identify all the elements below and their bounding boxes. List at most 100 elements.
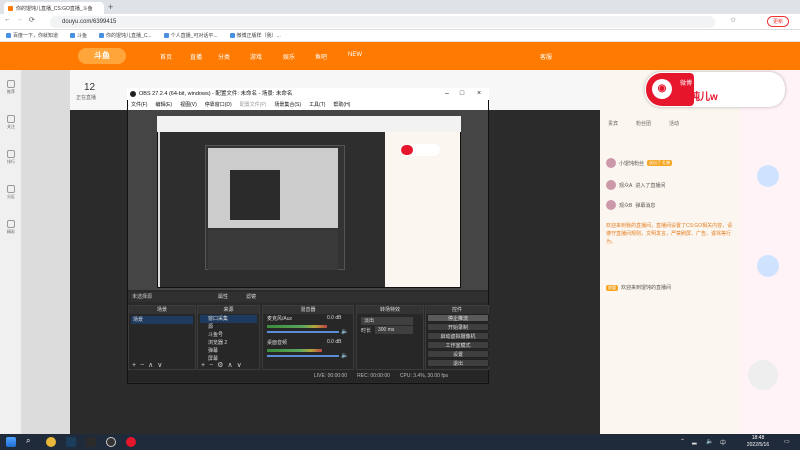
rec-status: REC: 00:00:00 — [357, 373, 390, 379]
chat-tabs: 贵宾 粉丝团 活动 — [608, 120, 738, 130]
chat-tab[interactable]: 粉丝团 — [636, 120, 651, 130]
nav-item[interactable]: 首页 — [160, 52, 172, 61]
maximize-icon[interactable]: □ — [455, 89, 469, 99]
nav-item[interactable]: 游戏 — [250, 52, 262, 61]
dock-title: 控件 — [426, 306, 488, 314]
weibo-taskbar-icon[interactable] — [126, 437, 136, 447]
chat-line: 观众A 进入了直播间 — [606, 180, 736, 190]
mascot-icon[interactable] — [748, 360, 778, 390]
stop-stream-button[interactable]: 停止推流 — [427, 314, 489, 322]
recursive-obs-docks — [208, 230, 338, 270]
transition-select[interactable]: 淡出 — [361, 317, 413, 325]
app-icon[interactable] — [86, 437, 96, 447]
sidebar-item-highlight[interactable]: 精彩 — [4, 220, 18, 235]
browser-tab[interactable]: 你的馄饨儿直播_CS:GO直播_斗鱼 — [4, 2, 104, 14]
volume-slider[interactable] — [267, 331, 339, 333]
source-toolbar: 未选择源 属性 滤镜 — [128, 292, 488, 302]
speaker-icon[interactable]: 🔈 — [341, 328, 348, 335]
speaker-icon[interactable]: 🔈 — [341, 352, 348, 359]
steam-icon[interactable] — [66, 437, 76, 447]
live-status: LIVE: 00:00:00 — [314, 373, 348, 379]
search-icon[interactable]: ⌕ — [26, 436, 30, 446]
volume-icon[interactable]: 🔈 — [706, 438, 713, 445]
chat-tab[interactable]: 活动 — [669, 120, 679, 130]
chrome-icon[interactable] — [46, 437, 56, 447]
bookmark-item[interactable]: 斗鱼 — [70, 32, 87, 39]
mixer-dock: 混音器 麦克风/Aux 0.0 dB 🔈 桌面音频 0.0 dB 🔈 — [262, 305, 354, 370]
start-recording-button[interactable]: 开始录制 — [427, 323, 489, 331]
update-button[interactable]: 更新 — [767, 16, 789, 27]
filters-button[interactable]: 滤镜 — [246, 292, 256, 302]
sidebar-item-recommend[interactable]: 推荐 — [4, 80, 18, 95]
studio-mode-button[interactable]: 工作室模式 — [427, 341, 489, 349]
clock-date: 2022/5/16 — [746, 442, 770, 448]
ime-icon[interactable]: 中 — [720, 438, 726, 447]
audio-meter — [267, 325, 327, 328]
chat-line: 观众B 弹幕消息 — [606, 200, 736, 210]
source-item[interactable]: 浏览器 2 — [200, 339, 257, 347]
trophy-icon — [7, 150, 15, 158]
menu-item[interactable]: 停靠窗口(D) — [205, 100, 232, 110]
chat-line: 小馄饨粉丝 送出了 礼物 — [606, 158, 736, 168]
bookmark-icon — [163, 33, 169, 38]
tray-chevron-icon[interactable]: ⌃ — [680, 438, 685, 445]
nav-item[interactable]: 客服 — [540, 52, 552, 61]
clock-time: 18:48 — [751, 435, 765, 441]
scene-item[interactable]: 场景 — [131, 316, 193, 324]
reload-icon[interactable]: ⟳ — [29, 16, 35, 24]
settings-button[interactable]: 设置 — [427, 350, 489, 358]
nav-item[interactable]: 鱼吧 — [315, 52, 327, 61]
menu-item[interactable]: 帮助(H) — [333, 100, 350, 110]
bookmark-item[interactable]: 你的馄饨儿直播_C... — [99, 32, 152, 39]
source-controls[interactable]: +−⚙∧∨ — [201, 361, 246, 369]
windows-start-icon[interactable] — [6, 437, 16, 447]
sidebar-item-rank[interactable]: 排行 — [4, 150, 18, 165]
minimize-icon[interactable]: – — [440, 89, 454, 99]
scene-controls[interactable]: +−∧∨ — [132, 361, 166, 369]
close-icon[interactable]: × — [472, 89, 486, 99]
forward-icon[interactable]: → — [16, 16, 23, 23]
recursive-browser-bar — [157, 116, 461, 132]
back-icon[interactable]: ← — [4, 16, 11, 23]
star-icon[interactable]: ☆ — [730, 16, 736, 24]
nav-item[interactable]: 娱乐 — [283, 52, 295, 61]
network-icon[interactable]: ▂ — [692, 438, 697, 445]
chat-line: 房管 欢迎来到馄饨的直播间 — [606, 284, 672, 291]
system-clock[interactable]: 18:48 2022/5/16 — [738, 435, 778, 449]
sources-dock: 来源 窗口采集 源 斗鱼号 浏览器 2 弹幕 屏幕 +−⚙∧∨ — [197, 305, 260, 370]
duration-input[interactable]: 300 ms — [375, 326, 413, 334]
bookmark-item[interactable]: 百度一下，你就知道 — [6, 32, 58, 39]
menu-item[interactable]: 工具(T) — [309, 100, 325, 110]
obs-menubar: 文件(F) 编辑(E) 视图(V) 停靠窗口(D) 配置文件(P) 场景集合(S… — [128, 100, 488, 110]
nav-item[interactable]: 直播 — [190, 52, 202, 61]
menu-item[interactable]: 视图(V) — [180, 100, 197, 110]
bookmark-item[interactable]: 个人直播_可对话平... — [163, 32, 218, 39]
bookmark-item[interactable]: 微博正版样（我）... — [229, 32, 281, 39]
menu-item[interactable]: 文件(F) — [131, 100, 147, 110]
sidebar-item-follow[interactable]: 关注 — [4, 115, 18, 130]
virtual-camera-button[interactable]: 启动虚拟摄像机 — [427, 332, 489, 340]
chat-tab[interactable]: 贵宾 — [608, 120, 618, 130]
menu-item[interactable]: 编辑(E) — [155, 100, 172, 110]
sidebar-item-category[interactable]: 分区 — [4, 185, 18, 200]
exit-button[interactable]: 退出 — [427, 359, 489, 367]
obs-taskbar-icon[interactable] — [106, 437, 116, 447]
properties-button[interactable]: 属性 — [218, 292, 228, 302]
nav-item[interactable]: 分类 — [218, 52, 230, 61]
notification-icon[interactable]: ▭ — [784, 438, 790, 445]
obs-logo-icon — [130, 91, 136, 97]
dock-title: 混音器 — [263, 306, 353, 314]
source-item[interactable]: 斗鱼号 — [200, 331, 257, 339]
source-item[interactable]: 弹幕 — [200, 347, 257, 355]
menu-item[interactable]: 配置文件(P) — [240, 100, 267, 110]
source-item[interactable]: 窗口采集 — [200, 315, 257, 323]
volume-slider[interactable] — [267, 355, 339, 357]
mascot-icon[interactable] — [757, 165, 779, 187]
source-item[interactable]: 源 — [200, 323, 257, 331]
menu-item[interactable]: 场景集合(S) — [274, 100, 301, 110]
url-input[interactable]: douyu.com/6399415 — [50, 16, 715, 28]
mascot-icon[interactable] — [757, 255, 779, 277]
nav-item[interactable]: NEW — [348, 52, 362, 58]
new-tab-icon[interactable]: + — [108, 2, 113, 12]
site-logo[interactable]: 斗鱼 — [78, 48, 126, 64]
